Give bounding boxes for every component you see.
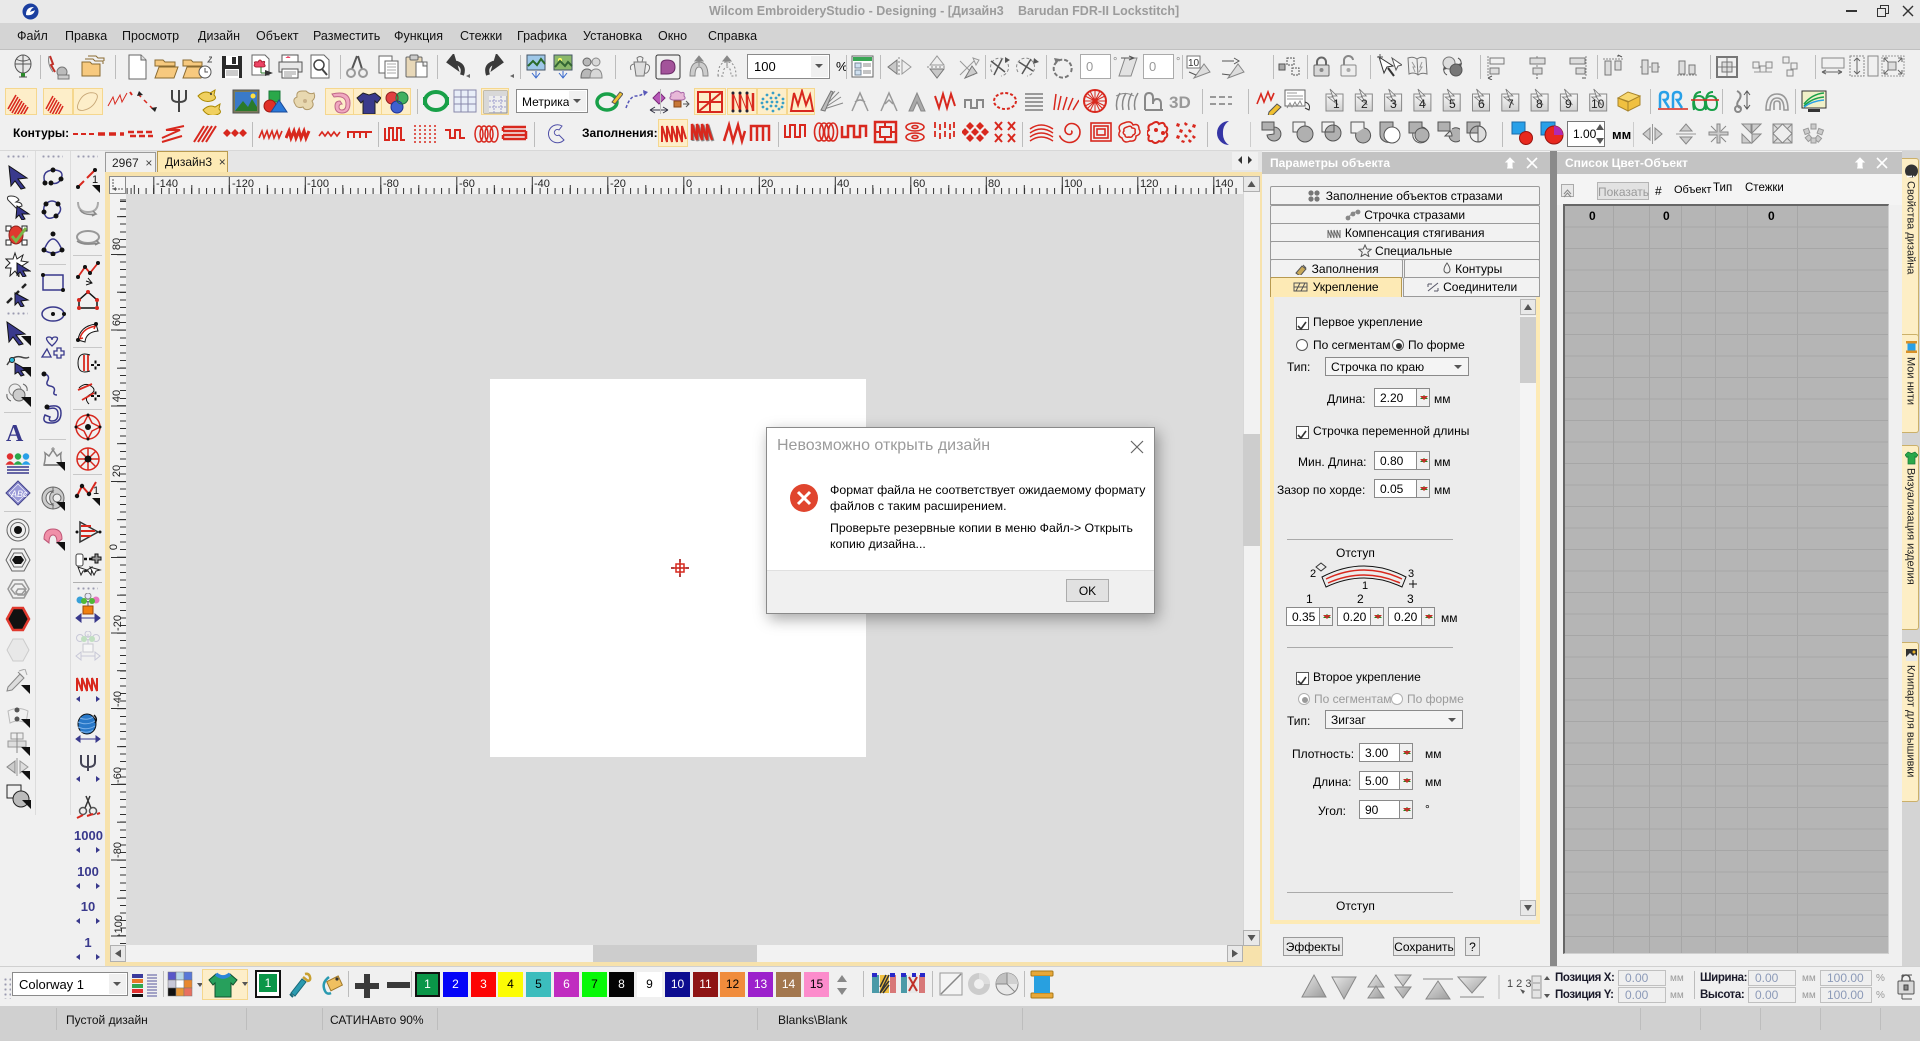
- svg-text:2: 2: [1310, 568, 1316, 580]
- svg-text:1: 1: [1362, 580, 1368, 591]
- svg-text:1 2 3: 1 2 3: [1507, 978, 1531, 990]
- svg-text:1: 1: [93, 485, 99, 497]
- svg-text:8: 8: [1536, 97, 1543, 111]
- svg-text:4: 4: [1419, 97, 1426, 111]
- svg-text:1: 1: [1333, 97, 1340, 111]
- svg-text:10: 10: [1591, 97, 1605, 111]
- svg-text:3: 3: [1390, 97, 1397, 111]
- svg-text:i: i: [1905, 175, 1915, 178]
- svg-text:A: A: [6, 421, 24, 445]
- svg-text:1: 1: [92, 174, 98, 186]
- svg-text:7: 7: [1507, 97, 1514, 111]
- svg-text:10: 10: [1188, 58, 1200, 69]
- svg-text:5: 5: [1449, 97, 1456, 111]
- svg-text:3D: 3D: [1169, 93, 1191, 112]
- svg-text:6: 6: [1478, 97, 1485, 111]
- svg-text:2: 2: [1361, 97, 1368, 111]
- svg-text:9: 9: [1565, 97, 1572, 111]
- svg-text:3: 3: [1408, 568, 1414, 580]
- svg-text:ABc: ABc: [10, 489, 28, 499]
